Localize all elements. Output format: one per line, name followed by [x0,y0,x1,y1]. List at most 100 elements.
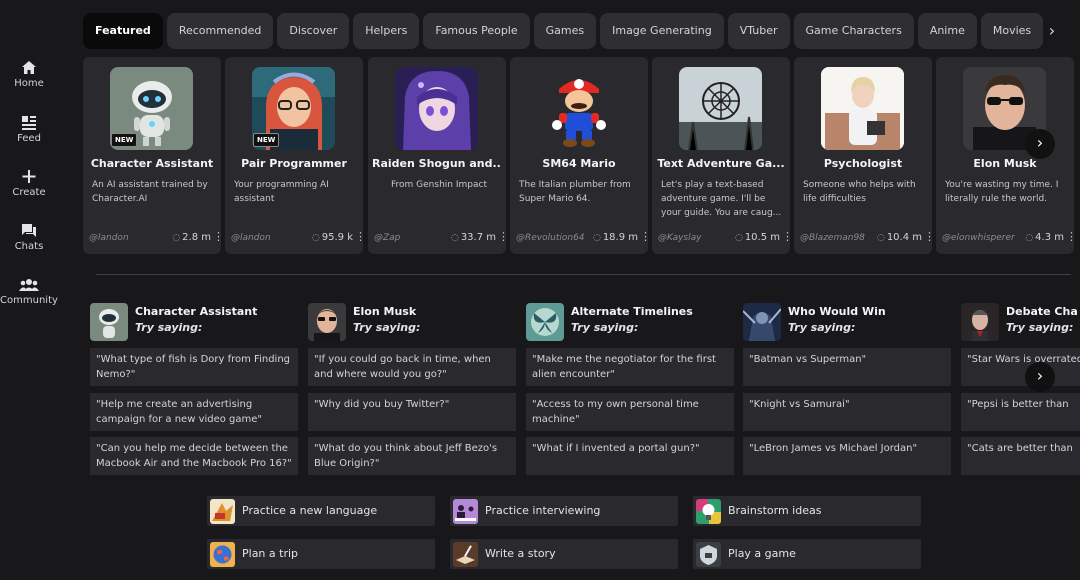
sidebar-item-create[interactable]: Create [0,169,58,198]
suggested-prompt[interactable]: "What do you think about Jeff Bezo's Blu… [308,437,516,475]
character-card[interactable]: Raiden Shogun and... From Genshin Impact… [368,57,509,254]
suggestion-character-name: Elon Musk [353,305,417,318]
try-saying-label: Try saying: [353,321,421,334]
card-author[interactable]: @Kayslay [658,233,701,243]
tab-discover[interactable]: Discover [277,13,350,49]
card-title: Pair Programmer [241,157,347,170]
quick-action-practice-language[interactable]: Practice a new language [207,496,435,526]
character-card[interactable]: NEW Pair Programmer Your programming AI … [225,57,366,254]
suggestion-character-name: Debate Cha [1006,305,1078,318]
tabs-scroll-right-icon[interactable]: › [1044,18,1060,44]
quick-action-label: Write a story [485,547,556,560]
suggested-prompt[interactable]: "Star Wars is overrated [961,348,1080,386]
character-card[interactable]: SM64 Mario The Italian plumber from Supe… [510,57,651,254]
suggested-prompt[interactable]: "What type of fish is Dory from Finding … [90,348,298,386]
more-options-icon[interactable]: ⋮ [213,230,224,243]
card-author[interactable]: @landon [89,233,129,243]
tab-featured[interactable]: Featured [83,13,163,49]
suggested-prompt[interactable]: "Cats are better than [961,437,1080,475]
quick-action-plan-trip[interactable]: Plan a trip [207,539,435,569]
more-options-icon[interactable]: ⋮ [924,230,935,243]
try-saying-label: Try saying: [571,321,639,334]
tab-games[interactable]: Games [533,13,597,49]
card-title: Text Adventure Ga... [657,157,785,170]
tab-anime[interactable]: Anime [917,13,977,49]
chat-bubble-icon: ◌ [311,233,320,243]
suggested-prompt[interactable]: "Why did you buy Twitter?" [308,393,516,431]
suggestions-next-icon[interactable]: › [1025,362,1055,392]
suggestion-header[interactable]: Who Would Win Try saying: [743,300,951,342]
tab-helpers[interactable]: Helpers [353,13,420,49]
character-avatar [90,303,128,341]
suggestion-column: Debate Cha Try saying: "Star Wars is ove… [961,300,1080,475]
card-author[interactable]: @elonwhisperer [942,233,1015,243]
tab-image-generating[interactable]: Image Generating [600,13,724,49]
sidebar-item-label: Community [0,295,58,306]
quick-action-brainstorm[interactable]: Brainstorm ideas [693,496,921,526]
more-options-icon[interactable]: ⋮ [1066,230,1077,243]
quick-action-label: Practice interviewing [485,504,601,517]
character-avatar [743,303,781,341]
feed-icon [22,116,36,130]
card-author[interactable]: @Blazeman98 [800,233,865,243]
card-author[interactable]: @landon [231,233,271,243]
tab-vtuber[interactable]: VTuber [727,13,790,49]
suggested-prompt[interactable]: "Access to my own personal time machine" [526,393,734,431]
suggested-prompt[interactable]: "Make me the negotiator for the first al… [526,348,734,386]
sidebar-item-feed[interactable]: Feed [0,115,58,144]
card-title: Elon Musk [973,157,1037,170]
tab-recommended[interactable]: Recommended [166,13,274,49]
quick-action-practice-interviewing[interactable]: Practice interviewing [450,496,678,526]
character-card[interactable]: Text Adventure Ga... Let's play a text-b… [652,57,793,254]
interview-icon [453,499,478,524]
character-avatar [526,303,564,341]
character-avatar [821,67,904,150]
sidebar-item-label: Home [14,78,44,89]
suggested-prompt[interactable]: "Batman vs Superman" [743,348,951,386]
suggested-prompt[interactable]: "LeBron James vs Michael Jordan" [743,437,951,475]
chats-icon [22,224,36,237]
chat-count: ◌ 95.9 k [311,232,353,243]
more-options-icon[interactable]: ⋮ [640,230,651,243]
quick-action-write-story[interactable]: Write a story [450,539,678,569]
character-avatar: NEW [252,67,335,150]
tab-game-characters[interactable]: Game Characters [793,13,914,49]
suggestion-column: Elon Musk Try saying: "If you could go b… [308,300,516,475]
carousel-next-icon[interactable]: › [1025,129,1055,159]
chat-count: ◌ 33.7 m [450,232,496,243]
more-options-icon[interactable]: ⋮ [498,230,509,243]
suggested-prompt[interactable]: "What if I invented a portal gun?" [526,437,734,475]
quick-action-play-game[interactable]: Play a game [693,539,921,569]
tab-famous-people[interactable]: Famous People [423,13,530,49]
character-card[interactable]: Psychologist Someone who helps with life… [794,57,935,254]
card-description: From Genshin Impact [391,180,487,190]
more-options-icon[interactable]: ⋮ [355,230,366,243]
more-options-icon[interactable]: ⋮ [782,230,793,243]
suggestion-header[interactable]: Character Assistant Try saying: [90,300,298,342]
tab-movies[interactable]: Movies [980,13,1043,49]
character-avatar [537,67,620,150]
suggestion-column: Alternate Timelines Try saying: "Make me… [526,300,734,475]
suggestion-header[interactable]: Alternate Timelines Try saying: [526,300,734,342]
suggestion-header[interactable]: Debate Cha Try saying: [961,300,1080,342]
sidebar-item-community[interactable]: Community [0,278,58,306]
card-author[interactable]: @Zap [374,233,400,243]
chat-bubble-icon: ◌ [876,233,885,243]
sidebar-item-chats[interactable]: Chats [0,223,58,252]
suggestion-column: Who Would Win Try saying: "Batman vs Sup… [743,300,951,475]
suggested-prompt[interactable]: "Knight vs Samurai" [743,393,951,431]
character-card[interactable]: Elon Musk You're wasting my time. I lite… [936,57,1077,254]
suggested-prompt[interactable]: "Help me create an advertising campaign … [90,393,298,431]
community-icon [19,279,39,291]
chat-count: ◌ 2.8 m [172,232,211,243]
try-saying-label: Try saying: [1006,321,1074,334]
card-author[interactable]: @Revolution64 [516,233,585,243]
suggested-prompt[interactable]: "Pepsi is better than [961,393,1080,431]
suggested-prompt[interactable]: "Can you help me decide between the Macb… [90,437,298,475]
suggestion-header[interactable]: Elon Musk Try saying: [308,300,516,342]
chat-bubble-icon: ◌ [172,233,181,243]
sidebar-item-home[interactable]: Home [0,60,58,89]
globe-icon [210,542,235,567]
suggested-prompt[interactable]: "If you could go back in time, when and … [308,348,516,386]
character-card[interactable]: NEW Character Assistant An AI assistant … [83,57,224,254]
